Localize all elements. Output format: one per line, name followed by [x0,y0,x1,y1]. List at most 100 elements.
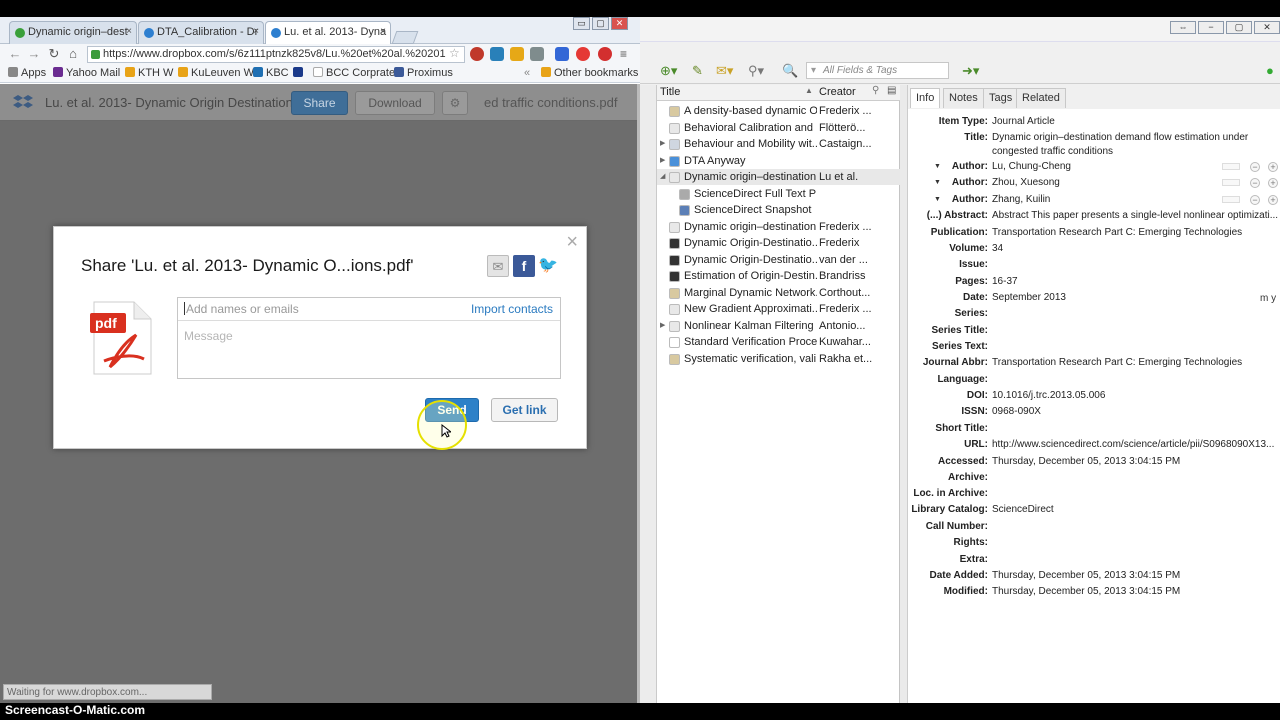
tab-notes[interactable]: Notes [943,88,984,108]
field-label[interactable]: Extra: [960,553,988,567]
tab-dta-calibration[interactable]: DTA_Calibration - Dr × [138,21,264,44]
list-item[interactable]: Standard Verification Proce... Kuwahar... [657,334,900,350]
field-label[interactable]: Item Type: [939,115,988,129]
tab-info[interactable]: Info [910,88,941,108]
field-label[interactable]: Volume: [949,242,988,256]
field-label[interactable]: Series Text: [932,340,988,354]
bookmark-proximus[interactable]: Proximus [394,67,453,79]
bookmark-kth[interactable]: KTH W [125,67,173,79]
field-value[interactable]: Abstract This paper presents a single-le… [992,209,1280,223]
name-mode-switch-icon[interactable] [1222,179,1240,186]
locate-icon[interactable]: ➜▾ [962,63,979,79]
list-item[interactable]: Dynamic Origin-Destinatio... Frederix [657,235,900,251]
field-label[interactable]: Archive: [948,471,988,485]
extension-icon[interactable] [470,47,484,61]
add-creator-icon[interactable]: + [1268,178,1278,188]
new-note-icon[interactable]: ✉▾ [716,63,733,79]
twisty-icon[interactable]: ▶ [660,318,665,334]
menu-icon[interactable]: ≡ [620,47,627,61]
email-icon[interactable]: ✉ [487,255,509,277]
extension-icon[interactable] [530,47,544,61]
field-value[interactable]: 34 [992,242,1280,256]
column-title[interactable]: Title [660,86,680,98]
creator-type-menu-icon[interactable]: ▼ [934,160,941,174]
extension-icon[interactable] [555,47,569,61]
field-value[interactable]: http://www.sciencedirect.com/science/art… [992,438,1280,452]
field-label[interactable]: Series: [955,307,988,321]
tab-close-icon[interactable]: × [253,26,259,37]
list-item[interactable]: ▶ DTA Anyway [657,153,900,169]
settings-gear-icon[interactable]: ⚙ [442,91,468,115]
add-creator-icon[interactable]: + [1268,195,1278,205]
list-item[interactable]: Marginal Dynamic Network... Corthout... [657,285,900,301]
bookmark-kbc[interactable]: KBC [253,67,289,79]
share-button[interactable]: Share [291,91,348,115]
list-item[interactable]: ◢ Dynamic origin–destination... Lu et al. [657,169,900,185]
field-label[interactable]: (...) Abstract: [927,209,988,223]
list-item[interactable]: Systematic verification, vali... Rakha et… [657,351,900,367]
field-label[interactable]: Rights: [954,536,988,550]
field-value[interactable]: September 2013 [992,291,1280,305]
dropbox-logo-icon[interactable] [13,94,33,111]
field-label[interactable]: Author: [952,193,988,207]
name-mode-switch-icon[interactable] [1222,163,1240,170]
field-value[interactable]: Journal Article [992,115,1280,129]
list-item[interactable]: Behavioral Calibration and ... Flötterö..… [657,120,900,136]
zotero-restore-button[interactable]: ⇔ [1170,21,1196,34]
field-label[interactable]: Title: [964,131,988,145]
list-item[interactable]: Dynamic origin–destination... Frederix ..… [657,219,900,235]
list-item[interactable]: A density-based dynamic O... Frederix ... [657,103,900,119]
field-label[interactable]: Language: [937,373,988,387]
field-value[interactable]: Transportation Research Part C: Emerging… [992,226,1280,240]
field-label[interactable]: URL: [964,438,988,452]
remove-creator-icon[interactable]: − [1250,178,1260,188]
new-tab-button[interactable] [391,31,419,44]
extension-icon[interactable] [510,47,524,61]
field-label[interactable]: Publication: [931,226,988,240]
bookmark-bcc[interactable]: BCC Corprate [313,67,395,79]
list-item[interactable]: ▶ Nonlinear Kalman Filtering ... Antonio..… [657,318,900,334]
list-item[interactable]: ScienceDirect Snapshot [657,202,900,218]
list-item[interactable]: New Gradient Approximati... Frederix ... [657,301,900,317]
field-label[interactable]: Loc. in Archive: [913,487,988,501]
tab-lu-et-al[interactable]: Lu. et al. 2013- Dyna × [265,21,391,44]
bookmark-blank[interactable] [293,67,306,79]
field-label[interactable]: Short Title: [935,422,988,436]
bookmark-apps[interactable]: Apps [8,67,46,79]
collections-pane-collapsed[interactable] [640,85,657,703]
list-item[interactable]: Estimation of Origin-Destin... Brandriss [657,268,900,284]
twitter-icon[interactable]: 🐦 [537,255,559,277]
download-button[interactable]: Download [355,91,435,115]
field-label[interactable]: Call Number: [926,520,988,534]
import-contacts-link[interactable]: Import contacts [471,298,553,320]
add-creator-icon[interactable]: + [1268,162,1278,172]
field-value[interactable]: 0968-090X [992,405,1280,419]
add-by-identifier-icon[interactable]: ✎ [692,63,703,79]
bookmark-other[interactable]: Other bookmarks [541,67,638,79]
field-label[interactable]: Issue: [959,258,988,272]
zotero-close-button[interactable]: ✕ [1254,21,1280,34]
close-window-button[interactable]: ✕ [611,17,628,30]
list-item[interactable]: ▶ Behaviour and Mobility wit... Castaign..… [657,136,900,152]
name-mode-switch-icon[interactable] [1222,196,1240,203]
field-label[interactable]: Series Title: [931,324,988,338]
home-icon[interactable]: ⌂ [65,46,81,62]
facebook-icon[interactable]: f [513,255,535,277]
tab-close-icon[interactable]: × [126,26,132,37]
twisty-icon[interactable]: ◢ [660,169,665,185]
field-value[interactable]: 10.1016/j.trc.2013.05.006 [992,389,1280,403]
extension-icon[interactable] [576,47,590,61]
column-creator[interactable]: Creator [819,86,856,98]
sync-icon[interactable]: ● [1266,63,1274,78]
zotero-maximize-button[interactable]: ▢ [1226,21,1252,34]
field-value[interactable]: Dynamic origin–destination demand flow e… [992,131,1280,159]
tab-close-icon[interactable]: × [380,26,386,37]
maximize-button[interactable]: ▢ [592,17,609,30]
extension-icon[interactable] [490,47,504,61]
bookmark-kuleuven[interactable]: KuLeuven W [178,67,254,79]
field-label[interactable]: Modified: [944,585,988,599]
field-value[interactable]: Thursday, December 05, 2013 3:04:15 PM [992,569,1280,583]
twisty-icon[interactable]: ▶ [660,153,665,169]
advanced-search-icon[interactable]: 🔍 [782,63,798,79]
tab-related[interactable]: Related [1016,88,1066,108]
